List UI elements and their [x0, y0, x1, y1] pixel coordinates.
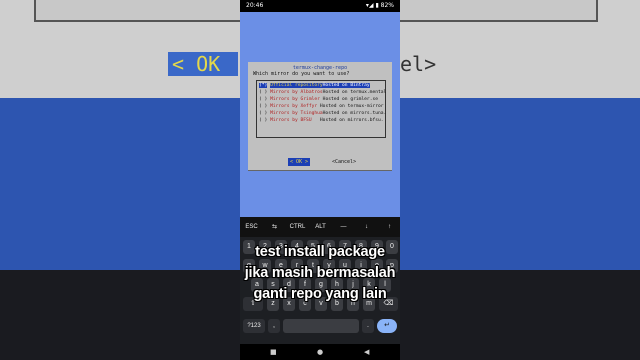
terminal-view[interactable]: termux-change-repo Which mirror do you w… — [240, 12, 400, 217]
down-arrow-key[interactable]: ↓ — [355, 217, 378, 237]
option-name: Mirrors by BFSU — [270, 118, 312, 123]
caption-line-3: ganti repo yang lain — [253, 286, 387, 302]
enter-key[interactable]: ↵ — [377, 319, 397, 333]
recents-icon[interactable]: ■ — [270, 348, 277, 356]
status-bar: 20:46 ▾◢ ▮ 82% — [240, 0, 400, 12]
mirror-dialog: termux-change-repo Which mirror do you w… — [248, 62, 392, 171]
mirror-option[interactable]: (*) Official repositoryHosted on Bintray — [259, 83, 384, 89]
option-host: Hosted on mirrors.bfsu. — [319, 118, 384, 123]
space-bar[interactable] — [283, 319, 359, 333]
status-battery: ▾◢ ▮ 82% — [365, 2, 394, 9]
extra-keys-bar: ESC ⇆ CTRL ALT — ↓ ↑ — [240, 217, 400, 237]
ok-button[interactable]: < OK > — [288, 158, 311, 166]
caption-line-2: jika masih bermasalah — [244, 265, 396, 281]
option-host: Hosted on grimler.se — [322, 97, 378, 102]
option-radio: (*) — [259, 83, 268, 88]
cancel-button[interactable]: <Cancel> — [332, 158, 356, 166]
ctrl-key[interactable]: CTRL — [286, 217, 309, 237]
background-ok-button: < OK — [168, 52, 238, 76]
background-ok-text: < OK — [172, 52, 221, 76]
option-radio: ( ) — [259, 97, 268, 102]
comma-key[interactable]: , — [268, 319, 280, 333]
dash-key[interactable]: — — [332, 217, 355, 237]
alt-key[interactable]: ALT — [309, 217, 332, 237]
symbols-key[interactable]: ?123 — [243, 319, 265, 333]
option-name: Official repository — [270, 83, 323, 88]
option-radio: ( ) — [259, 111, 268, 116]
mirror-option[interactable]: ( ) Mirrors by TsinghuaHosted on mirrors… — [259, 111, 387, 117]
background-cancel-fragment: el> — [400, 52, 437, 76]
option-name: Mirrors by Tsinghua — [270, 111, 323, 116]
back-icon[interactable]: ◀ — [364, 348, 369, 356]
mirror-option[interactable]: ( ) Mirrors by Xeffyr Hosted on termux-m… — [259, 104, 384, 110]
option-name: Mirrors by Grimler — [270, 97, 320, 102]
period-key[interactable]: . — [362, 319, 374, 333]
dialog-question: Which mirror do you want to use? — [253, 71, 350, 77]
caption-line-1: test install package — [255, 244, 385, 260]
phone-screen: 20:46 ▾◢ ▮ 82% termux-change-repo Which … — [240, 0, 400, 360]
up-arrow-key[interactable]: ↑ — [378, 217, 400, 237]
option-host: Hosted on Bintray — [322, 83, 370, 88]
mirror-list: (*) Official repositoryHosted on Bintray… — [256, 80, 386, 138]
option-radio: ( ) — [259, 90, 268, 95]
mirror-option[interactable]: ( ) Mirrors by AlbatrosHosted on termux.… — [259, 90, 387, 96]
status-time: 20:46 — [246, 2, 264, 9]
esc-key[interactable]: ESC — [240, 217, 263, 237]
option-name: Mirrors by Xeffyr — [270, 104, 318, 109]
option-name: Mirrors by Albatros — [270, 90, 323, 95]
navigation-bar: ■ ● ◀ — [240, 344, 400, 360]
mirror-option[interactable]: ( ) Mirrors by Grimler Hosted on grimler… — [259, 97, 384, 103]
mirror-option[interactable]: ( ) Mirrors by BFSU Hosted on mirrors.bf… — [259, 118, 384, 124]
option-host: Hosted on termux-mirror — [319, 104, 384, 109]
option-host: Hosted on mirrors.tuna. — [322, 111, 387, 116]
option-radio: ( ) — [259, 104, 268, 109]
option-radio: ( ) — [259, 118, 268, 123]
option-host: Hosted on termux.mental — [322, 90, 387, 95]
dialog-buttons: < OK > <Cancel> — [248, 158, 392, 166]
tab-key[interactable]: ⇆ — [263, 217, 286, 237]
home-icon[interactable]: ● — [317, 348, 323, 356]
battery-level: 82% — [380, 2, 394, 9]
